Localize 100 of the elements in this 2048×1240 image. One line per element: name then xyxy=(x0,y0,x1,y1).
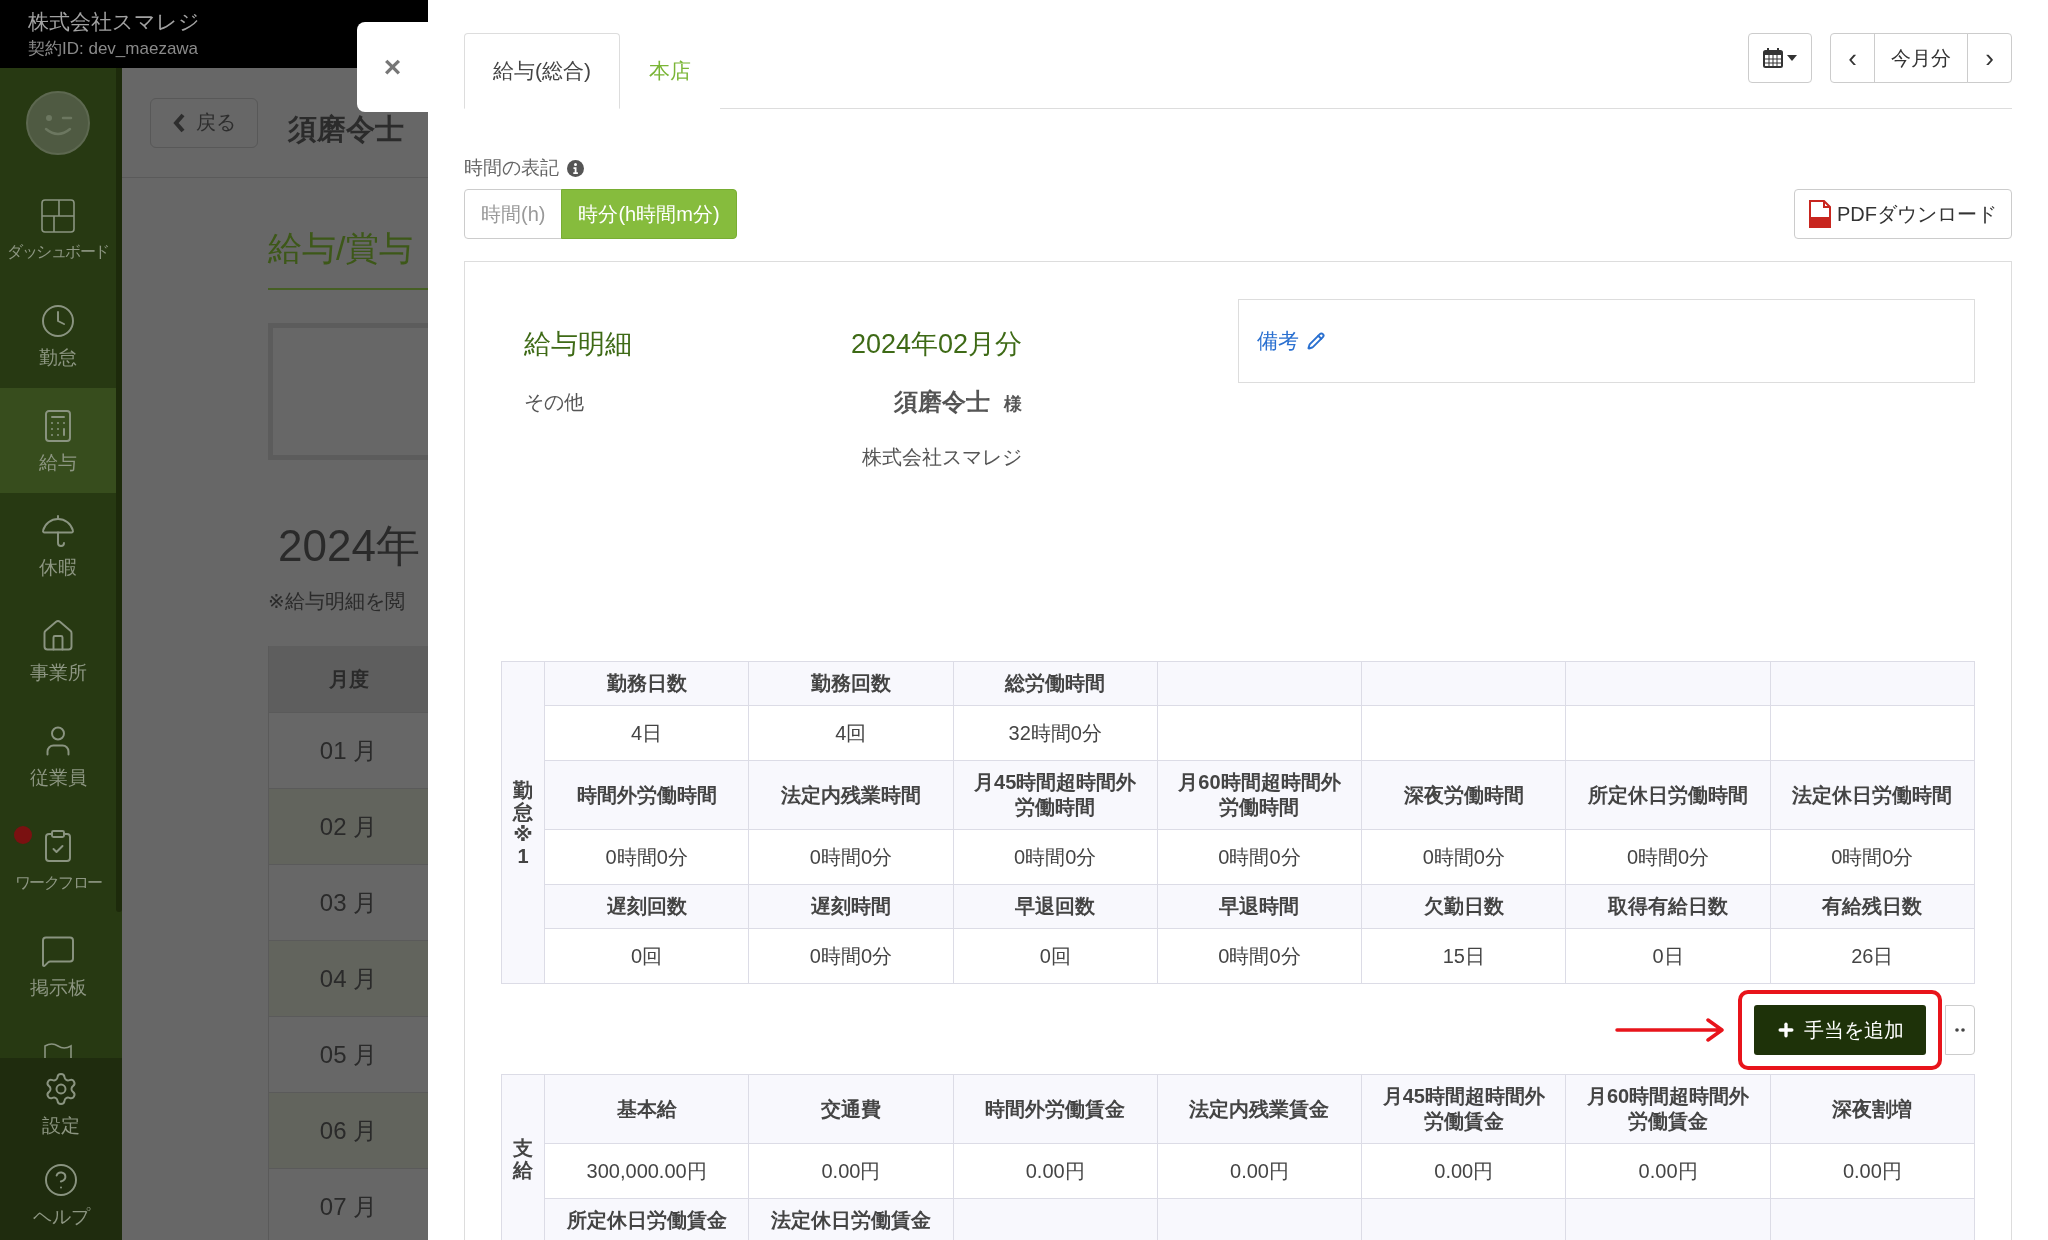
sidebar-item[interactable]: ワークフロー xyxy=(0,808,116,913)
table-cell: 0回 xyxy=(545,929,750,984)
company-name: 株式会社スマレジ xyxy=(28,9,200,35)
table-cell: 300,000.00円 xyxy=(545,1144,750,1199)
column-header: 時間外労働賃金 xyxy=(953,1075,1158,1144)
column-header: 取得有給日数 xyxy=(1566,885,1771,929)
umbrella-icon xyxy=(40,512,76,549)
column-header: 月45時間超時間外労働賃金 xyxy=(1362,1075,1567,1144)
pdf-download-button[interactable]: PDFダウンロード xyxy=(1794,189,2012,239)
current-month-button[interactable]: 今月分 xyxy=(1874,33,1968,83)
sidebar-item[interactable]: 給与 xyxy=(0,388,116,493)
column-header: 総労働時間 xyxy=(953,662,1158,706)
contract-id: 契約ID: dev_maezawa xyxy=(28,38,199,60)
sidebar-item[interactable]: 設定 xyxy=(0,1058,122,1149)
column-header: 時間外労働時間 xyxy=(545,761,750,830)
honorific: 様 xyxy=(1004,393,1022,416)
column-header: 有給残日数 xyxy=(1770,885,1975,929)
column-header: 勤務回数 xyxy=(749,662,954,706)
column-header: 遅刻時間 xyxy=(749,885,954,929)
table-cell: 0時間0分 xyxy=(1770,830,1975,885)
toggle-option[interactable]: 時分(h時間m分) xyxy=(561,189,737,239)
column-header: 早退回数 xyxy=(953,885,1158,929)
tab[interactable]: 給与(総合) xyxy=(464,33,620,109)
company-name: 株式会社スマレジ xyxy=(862,445,1022,470)
employee-title: 須磨令士 xyxy=(288,113,404,144)
table-cell: 4回 xyxy=(749,706,954,761)
column-header: 欠勤日数 xyxy=(1362,885,1567,929)
previous-month-button[interactable]: ‹ xyxy=(1830,33,1875,83)
note-text: ※給与明細を閲 xyxy=(268,589,406,614)
employee-name: 須磨令士 xyxy=(894,387,990,417)
sidebar-item[interactable]: 休暇 xyxy=(0,493,116,598)
column-header: 法定内残業時間 xyxy=(749,761,954,830)
table-cell: 15日 xyxy=(1362,929,1567,984)
table-cell: 0日 xyxy=(1566,929,1771,984)
sidebar-item[interactable]: ヘルプ xyxy=(0,1149,122,1240)
field-label: 時間の表記 xyxy=(464,156,559,180)
column-header: 所定休日労働時間 xyxy=(1566,761,1771,830)
column-header: 交通費 xyxy=(749,1075,954,1144)
table-cell: 0.00円 xyxy=(1362,1144,1567,1199)
column-header: 月45時間超時間外労働時間 xyxy=(953,761,1158,830)
column-header: 法定内残業賃金 xyxy=(1157,1075,1363,1144)
table-cell: 32時間0分 xyxy=(953,706,1158,761)
table-cell: 0時間0分 xyxy=(1566,830,1771,885)
calendar-icon xyxy=(1763,48,1783,68)
slip-period: 2024年02月分 xyxy=(850,328,1022,361)
sidebar-item[interactable]: 勤怠 xyxy=(0,283,116,388)
column-header: 深夜労働時間 xyxy=(1362,761,1567,830)
sidebar-item[interactable]: ダッシュボード xyxy=(0,178,116,283)
sidebar-item[interactable]: 掲示板 xyxy=(0,913,116,1018)
table-cell: 0時間0分 xyxy=(1362,830,1567,885)
close-button[interactable]: × xyxy=(357,22,428,112)
table-cell: 26日 xyxy=(1770,929,1975,984)
table-cell: 0.00円 xyxy=(1566,1144,1771,1199)
avatar-icon xyxy=(26,91,90,155)
table-cell: 0時間0分 xyxy=(1157,830,1363,885)
clock-icon xyxy=(40,302,76,339)
pdf-file-icon xyxy=(1809,200,1831,228)
year-heading: 2024年 xyxy=(277,520,421,572)
column-header: 法定休日労働時間 xyxy=(1770,761,1975,830)
table-cell: 06 月 xyxy=(269,1092,428,1168)
info-icon xyxy=(567,159,584,177)
section-label: 勤怠※1 xyxy=(513,778,533,867)
table-cell: 0.00円 xyxy=(1157,1144,1363,1199)
back-button[interactable]: 戻る xyxy=(150,97,258,148)
next-month-button[interactable]: › xyxy=(1967,33,2012,83)
table-cell: 0時間0分 xyxy=(545,830,750,885)
column-header: 勤務日数 xyxy=(545,662,750,706)
toggle-option[interactable]: 時間(h) xyxy=(464,189,563,239)
table-cell: 0.00円 xyxy=(749,1144,954,1199)
more-icon xyxy=(1955,1028,1965,1032)
column-header: 遅刻回数 xyxy=(545,885,750,929)
caret-down-icon xyxy=(1787,55,1797,61)
column-header: 月60時間超時間外労働時間 xyxy=(1157,761,1363,830)
table-cell: 0回 xyxy=(953,929,1158,984)
table-cell: 0.00円 xyxy=(953,1144,1158,1199)
table-cell: 04 月 xyxy=(269,940,428,1016)
sidebar-item[interactable]: 事業所 xyxy=(0,598,116,703)
column-header: 所定休日労働賃金 xyxy=(545,1199,750,1240)
slip-title: 給与明細 xyxy=(524,328,633,361)
pencil-icon xyxy=(1307,332,1325,350)
help-icon xyxy=(43,1161,79,1198)
table-cell: 0時間0分 xyxy=(749,830,954,885)
plus-icon xyxy=(1776,1020,1796,1040)
table-cell: 02 月 xyxy=(269,788,428,864)
section-label: 支給 xyxy=(513,1136,533,1181)
flag-icon xyxy=(42,1042,74,1058)
sidebar-item[interactable]: 従業員 xyxy=(0,703,116,808)
remarks-link[interactable]: 備考 xyxy=(1257,327,1325,355)
column-header: 月60時間超時間外労働賃金 xyxy=(1566,1075,1771,1144)
grid-icon xyxy=(41,198,75,233)
column-header: 基本給 xyxy=(545,1075,750,1144)
column-header: 法定休日労働賃金 xyxy=(749,1199,954,1240)
column-header: 深夜割増 xyxy=(1770,1075,1975,1144)
calendar-dropdown[interactable] xyxy=(1748,33,1812,83)
table-cell: 0.00円 xyxy=(1770,1144,1975,1199)
table-cell: 0時間0分 xyxy=(749,929,954,984)
table-cell: 0時間0分 xyxy=(953,830,1158,885)
slip-category: その他 xyxy=(524,390,585,415)
add-allowance-button[interactable]: 手当を追加 xyxy=(1754,1005,1926,1055)
chevron-left-icon xyxy=(172,112,186,133)
